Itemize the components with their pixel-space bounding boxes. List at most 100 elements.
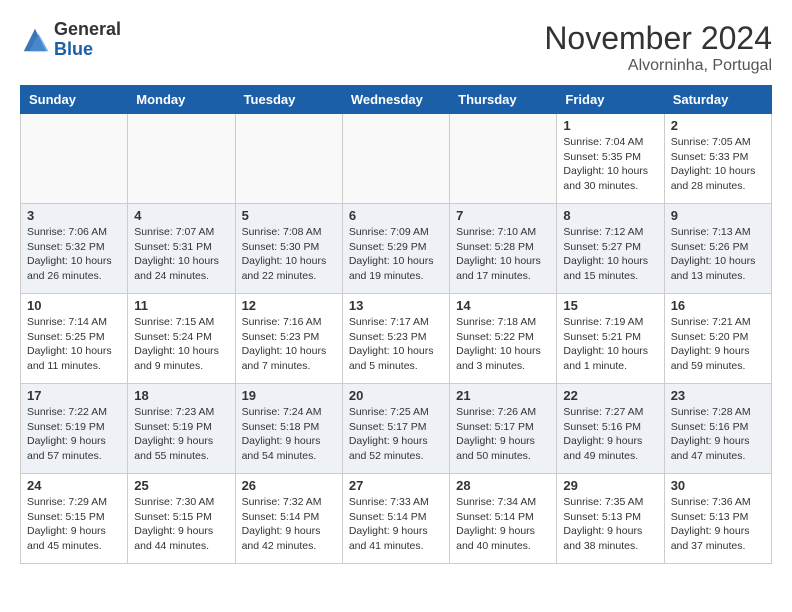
calendar-day-cell: 7 Sunrise: 7:10 AMSunset: 5:28 PMDaylight…	[450, 204, 557, 294]
calendar-day-cell: 9Sunrise: 7:13 AMSunset: 5:26 PMDaylight…	[664, 204, 771, 294]
day-number: 8	[563, 208, 657, 223]
calendar-day-cell: 20 Sunrise: 7:25 AMSunset: 5:17 PMDayligh…	[342, 384, 449, 474]
day-info: Sunrise: 7:09 AMSunset: 5:29 PMDaylight:…	[349, 225, 443, 284]
day-info: Sunrise: 7:21 AMSunset: 5:20 PMDaylight:…	[671, 315, 765, 374]
location: Alvorninha, Portugal	[544, 57, 772, 75]
calendar-day-cell: 14 Sunrise: 7:18 AMSunset: 5:22 PMDayligh…	[450, 294, 557, 384]
day-number: 16	[671, 298, 765, 313]
calendar-week-row: 1Sunrise: 7:04 AMSunset: 5:35 PMDaylight…	[21, 114, 772, 204]
day-number: 18	[134, 388, 228, 403]
logo-general: General	[54, 19, 121, 39]
calendar-day-cell: 22 Sunrise: 7:27 AMSunset: 5:16 PMDayligh…	[557, 384, 664, 474]
day-info: Sunrise: 7:04 AMSunset: 5:35 PMDaylight:…	[563, 135, 657, 194]
day-info: Sunrise: 7:34 AMSunset: 5:14 PMDaylight:…	[456, 495, 550, 554]
day-info: Sunrise: 7:26 AMSunset: 5:17 PMDaylight:…	[456, 405, 550, 464]
calendar-day-cell: 29Sunrise: 7:35 AMSunset: 5:13 PMDayligh…	[557, 474, 664, 564]
calendar-day-cell: 10Sunrise: 7:14 AMSunset: 5:25 PMDayligh…	[21, 294, 128, 384]
calendar-day-cell: 11Sunrise: 7:15 AMSunset: 5:24 PMDayligh…	[128, 294, 235, 384]
day-number: 12	[242, 298, 336, 313]
calendar-day-cell: 15Sunrise: 7:19 AMSunset: 5:21 PMDayligh…	[557, 294, 664, 384]
day-info: Sunrise: 7:22 AMSunset: 5:19 PMDaylight:…	[27, 405, 121, 464]
calendar-day-cell: 16 Sunrise: 7:21 AMSunset: 5:20 PMDayligh…	[664, 294, 771, 384]
day-number: 21	[456, 388, 550, 403]
calendar-day-cell: 12 Sunrise: 7:16 AMSunset: 5:23 PMDayligh…	[235, 294, 342, 384]
calendar-day-header: Sunday	[21, 86, 128, 114]
day-number: 2	[671, 118, 765, 133]
calendar-day-cell: 19 Sunrise: 7:24 AMSunset: 5:18 PMDayligh…	[235, 384, 342, 474]
logo: General Blue	[20, 20, 121, 60]
day-number: 3	[27, 208, 121, 223]
calendar-day-header: Wednesday	[342, 86, 449, 114]
day-info: Sunrise: 7:13 AMSunset: 5:26 PMDaylight:…	[671, 225, 765, 284]
calendar-day-cell: 21 Sunrise: 7:26 AMSunset: 5:17 PMDayligh…	[450, 384, 557, 474]
day-number: 4	[134, 208, 228, 223]
calendar-day-cell: 6 Sunrise: 7:09 AMSunset: 5:29 PMDaylight…	[342, 204, 449, 294]
day-number: 22	[563, 388, 657, 403]
day-info: Sunrise: 7:25 AMSunset: 5:17 PMDaylight:…	[349, 405, 443, 464]
day-info: Sunrise: 7:05 AMSunset: 5:33 PMDaylight:…	[671, 135, 765, 194]
calendar-day-header: Friday	[557, 86, 664, 114]
day-number: 19	[242, 388, 336, 403]
calendar-day-cell: 5Sunrise: 7:08 AMSunset: 5:30 PMDaylight…	[235, 204, 342, 294]
day-info: Sunrise: 7:24 AMSunset: 5:18 PMDaylight:…	[242, 405, 336, 464]
calendar-day-cell	[450, 114, 557, 204]
month-title: November 2024	[544, 20, 772, 57]
day-number: 30	[671, 478, 765, 493]
logo-text: General Blue	[54, 20, 121, 60]
calendar-day-cell: 17 Sunrise: 7:22 AMSunset: 5:19 PMDayligh…	[21, 384, 128, 474]
day-number: 5	[242, 208, 336, 223]
calendar-day-cell: 27 Sunrise: 7:33 AMSunset: 5:14 PMDayligh…	[342, 474, 449, 564]
day-info: Sunrise: 7:23 AMSunset: 5:19 PMDaylight:…	[134, 405, 228, 464]
calendar-day-cell: 30Sunrise: 7:36 AMSunset: 5:13 PMDayligh…	[664, 474, 771, 564]
day-number: 26	[242, 478, 336, 493]
day-info: Sunrise: 7:27 AMSunset: 5:16 PMDaylight:…	[563, 405, 657, 464]
calendar-header-row: SundayMondayTuesdayWednesdayThursdayFrid…	[21, 86, 772, 114]
calendar-week-row: 24 Sunrise: 7:29 AMSunset: 5:15 PMDayligh…	[21, 474, 772, 564]
day-info: Sunrise: 7:29 AMSunset: 5:15 PMDaylight:…	[27, 495, 121, 554]
calendar-day-cell: 18 Sunrise: 7:23 AMSunset: 5:19 PMDayligh…	[128, 384, 235, 474]
calendar-day-cell: 3 Sunrise: 7:06 AMSunset: 5:32 PMDaylight…	[21, 204, 128, 294]
day-number: 24	[27, 478, 121, 493]
day-number: 25	[134, 478, 228, 493]
day-number: 6	[349, 208, 443, 223]
day-info: Sunrise: 7:19 AMSunset: 5:21 PMDaylight:…	[563, 315, 657, 374]
day-number: 27	[349, 478, 443, 493]
day-number: 29	[563, 478, 657, 493]
day-info: Sunrise: 7:10 AMSunset: 5:28 PMDaylight:…	[456, 225, 550, 284]
day-info: Sunrise: 7:28 AMSunset: 5:16 PMDaylight:…	[671, 405, 765, 464]
calendar-day-cell: 23 Sunrise: 7:28 AMSunset: 5:16 PMDayligh…	[664, 384, 771, 474]
calendar-day-header: Saturday	[664, 86, 771, 114]
day-number: 17	[27, 388, 121, 403]
calendar-day-cell: 28 Sunrise: 7:34 AMSunset: 5:14 PMDayligh…	[450, 474, 557, 564]
calendar-day-cell: 2 Sunrise: 7:05 AMSunset: 5:33 PMDaylight…	[664, 114, 771, 204]
page-header: General Blue November 2024 Alvorninha, P…	[20, 20, 772, 75]
calendar-week-row: 17 Sunrise: 7:22 AMSunset: 5:19 PMDayligh…	[21, 384, 772, 474]
day-info: Sunrise: 7:06 AMSunset: 5:32 PMDaylight:…	[27, 225, 121, 284]
calendar-day-cell: 25Sunrise: 7:30 AMSunset: 5:15 PMDayligh…	[128, 474, 235, 564]
calendar-day-cell: 8 Sunrise: 7:12 AMSunset: 5:27 PMDaylight…	[557, 204, 664, 294]
title-section: November 2024 Alvorninha, Portugal	[544, 20, 772, 75]
day-number: 20	[349, 388, 443, 403]
calendar-day-header: Monday	[128, 86, 235, 114]
calendar-day-cell: 13 Sunrise: 7:17 AMSunset: 5:23 PMDayligh…	[342, 294, 449, 384]
calendar-day-cell: 1Sunrise: 7:04 AMSunset: 5:35 PMDaylight…	[557, 114, 664, 204]
calendar-week-row: 10Sunrise: 7:14 AMSunset: 5:25 PMDayligh…	[21, 294, 772, 384]
day-info: Sunrise: 7:17 AMSunset: 5:23 PMDaylight:…	[349, 315, 443, 374]
day-number: 23	[671, 388, 765, 403]
day-number: 13	[349, 298, 443, 313]
day-number: 7	[456, 208, 550, 223]
logo-blue: Blue	[54, 39, 93, 59]
day-number: 14	[456, 298, 550, 313]
day-number: 10	[27, 298, 121, 313]
calendar-day-cell	[128, 114, 235, 204]
day-info: Sunrise: 7:18 AMSunset: 5:22 PMDaylight:…	[456, 315, 550, 374]
day-number: 28	[456, 478, 550, 493]
day-info: Sunrise: 7:33 AMSunset: 5:14 PMDaylight:…	[349, 495, 443, 554]
calendar-day-cell: 24 Sunrise: 7:29 AMSunset: 5:15 PMDayligh…	[21, 474, 128, 564]
logo-icon	[20, 25, 50, 55]
day-info: Sunrise: 7:32 AMSunset: 5:14 PMDaylight:…	[242, 495, 336, 554]
calendar-day-cell	[235, 114, 342, 204]
day-info: Sunrise: 7:12 AMSunset: 5:27 PMDaylight:…	[563, 225, 657, 284]
day-info: Sunrise: 7:16 AMSunset: 5:23 PMDaylight:…	[242, 315, 336, 374]
calendar-day-header: Tuesday	[235, 86, 342, 114]
